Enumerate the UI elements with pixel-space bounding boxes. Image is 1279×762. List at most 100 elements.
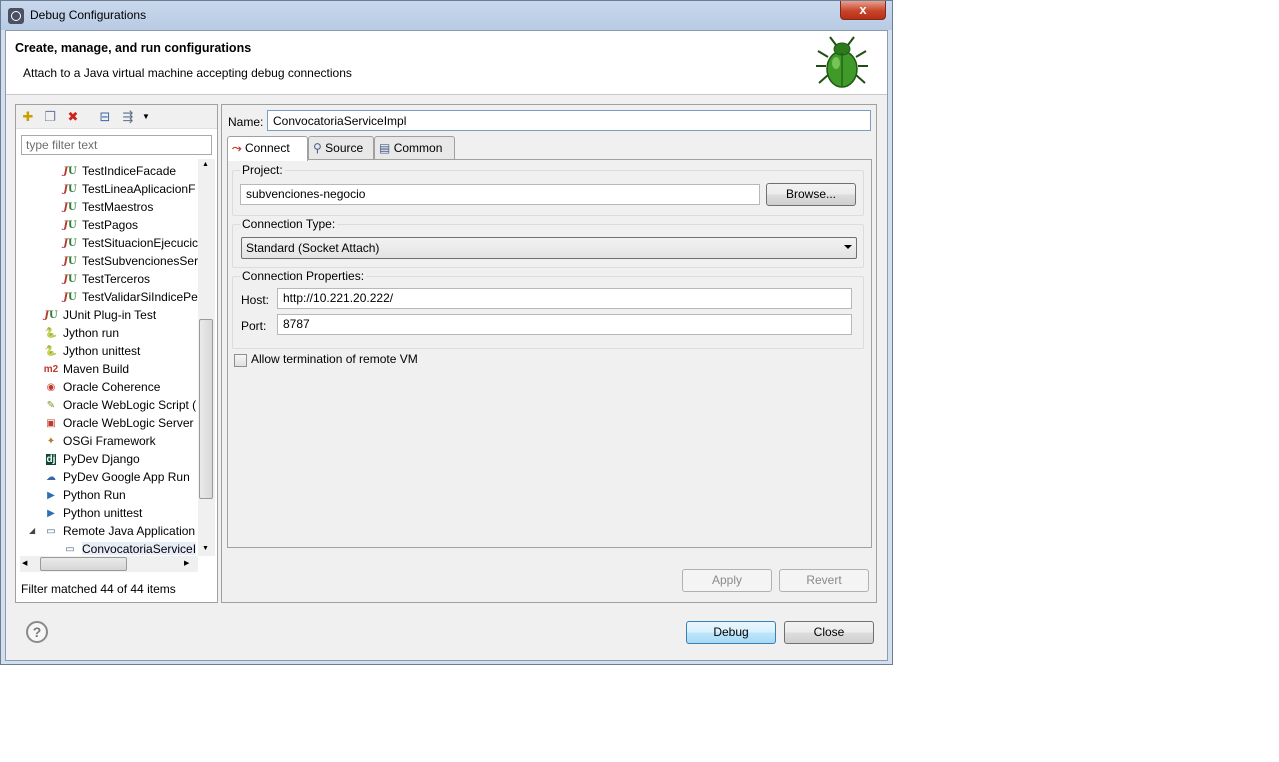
horizontal-scroll-thumb[interactable] [40,557,127,571]
collapse-all-icon[interactable]: ⊟ [97,109,113,125]
tree-item-label: TestLineaAplicacionF [82,182,196,196]
scroll-left-arrow-icon[interactable]: ◀ [22,559,27,567]
tree-item[interactable]: ◢ ▭ Remote Java Application [29,522,195,540]
oracle-coherence-icon: ◉ [46,381,56,393]
new-configuration-icon[interactable]: ✚ [20,109,36,125]
expand-triangle-icon[interactable]: ◢ [29,522,35,540]
close-button[interactable]: Close [784,621,874,644]
name-field[interactable] [267,110,871,131]
filter-input[interactable] [21,135,212,155]
filter-icon[interactable]: ⇶ [120,109,136,125]
tree-item[interactable]: ▶ Python unittest [43,504,142,522]
tree-item[interactable]: ▭ ConvocatoriaServiceI [62,540,197,555]
tree-item[interactable]: m2 Maven Build [43,360,129,378]
tree-item-label: Oracle Coherence [63,380,161,394]
tree-item-label: TestValidarSiIndicePe [82,290,198,304]
tree-item[interactable]: 🐍 Jython run [43,324,119,342]
tree-item[interactable]: JU JUnit Plug-in Test [43,306,156,324]
osgi-icon: ✦ [46,435,56,447]
tab-common-label: Common [393,141,443,155]
close-window-button[interactable]: x [840,1,886,20]
tree-item[interactable]: JU TestLineaAplicacionF [62,180,195,198]
tree-item[interactable]: JU TestSubvencionesSer [62,252,198,270]
tab-source-label: Source [325,141,364,155]
connection-type-label: Connection Type: [240,217,338,231]
allow-termination-checkbox[interactable] [234,354,247,367]
tree-item[interactable]: ✦ OSGi Framework [43,432,156,450]
configuration-list-panel: ✚ ❐ ✖ ⊟ ⇶ ▼ JU TestIndiceFacade JU TestLine… [15,104,218,603]
tree-item[interactable]: dj PyDev Django [43,450,140,468]
tree-item[interactable]: 🐍 Jython unittest [43,342,141,360]
tree-horizontal-scrollbar[interactable]: ◀ ▶ [20,556,198,572]
tree-item[interactable]: JU TestSituacionEjecucic [62,234,198,252]
chevron-down-icon [844,245,852,249]
debug-configurations-window: Debug Configurations x Create, manage, a… [0,0,893,665]
tree-item-label: OSGi Framework [63,434,156,448]
tree-item-label: JUnit Plug-in Test [63,308,157,322]
junit-icon: JU [63,273,77,285]
tree-item[interactable]: ◉ Oracle Coherence [43,378,161,396]
project-field[interactable]: subvenciones-negocio [240,184,760,205]
dropdown-icon[interactable]: ▼ [138,109,154,125]
tree-item-label: Oracle WebLogic Server [63,416,194,430]
configuration-toolbar: ✚ ❐ ✖ ⊟ ⇶ ▼ [16,105,217,129]
tree-item[interactable]: JU TestPagos [62,216,138,234]
tree-item[interactable]: ☁ PyDev Google App Run [43,468,190,486]
port-label: Port: [241,319,267,333]
scroll-right-arrow-icon[interactable]: ▶ [184,559,189,567]
host-field[interactable]: http://10.221.20.222/ [277,288,852,309]
tree-item[interactable]: JU TestMaestros [62,198,153,216]
tree-item-label: TestPagos [82,218,139,232]
scroll-up-arrow-icon[interactable]: ▲ [202,161,209,168]
weblogic-server-icon: ▣ [46,417,56,429]
google-app-icon: ☁ [46,471,56,483]
tab-source[interactable]: ⚲ Source [308,136,374,160]
scroll-down-arrow-icon[interactable]: ▼ [202,545,209,552]
host-label: Host: [241,293,270,307]
apply-button[interactable]: Apply [682,569,772,592]
configuration-editor-panel: Name: ⤳ Connect ⚲ Source ▤ Common [221,104,877,603]
connection-type-value: Standard (Socket Attach) [246,241,380,255]
window-title: Debug Configurations [30,8,147,22]
revert-button[interactable]: Revert [779,569,869,592]
connect-tab-content: Project: subvenciones-negocio Browse... … [227,159,872,548]
common-icon: ▤ [379,141,391,155]
tree-item-label: Oracle WebLogic Script ( [63,398,197,412]
title-bar[interactable]: Debug Configurations x [1,1,892,30]
debug-button[interactable]: Debug [686,621,776,644]
tree-item[interactable]: JU TestValidarSiIndicePe [62,288,198,306]
jython-unittest-icon: 🐍 [44,345,58,357]
junit-icon: JU [63,291,77,303]
delete-icon[interactable]: ✖ [65,109,81,125]
allow-termination-label[interactable]: Allow termination of remote VM [251,352,418,366]
connection-type-select[interactable]: Standard (Socket Attach) [241,237,857,259]
tree-item-label: TestSubvencionesSer [82,254,198,268]
tree-item[interactable]: ✎ Oracle WebLogic Script ( [43,396,196,414]
tree-item[interactable]: ▣ Oracle WebLogic Server [43,414,194,432]
python-icon: ▶ [47,489,55,501]
junit-icon: JU [63,255,77,267]
tab-connect-label: Connect [244,141,290,155]
port-field[interactable]: 8787 [277,314,852,335]
source-icon: ⚲ [313,141,322,155]
tree-item[interactable]: JU TestTerceros [62,270,150,288]
junit-icon: JU [63,219,77,231]
python-unittest-icon: ▶ [47,507,55,519]
tree-item-label: Python Run [63,488,126,502]
duplicate-icon[interactable]: ❐ [42,109,58,125]
junit-plugin-icon: JU [44,309,58,321]
tree-item-label: TestMaestros [82,200,154,214]
dialog-header: Create, manage, and run configurations A… [6,31,887,95]
connect-icon: ⤳ [232,141,242,155]
help-icon[interactable]: ? [26,621,48,643]
browse-button[interactable]: Browse... [766,183,856,206]
tab-connect[interactable]: ⤳ Connect [227,136,308,161]
tree-item[interactable]: JU TestIndiceFacade [62,162,176,180]
jython-icon: 🐍 [44,327,58,339]
tree-vertical-scrollbar[interactable]: ▲ ▼ [198,159,215,556]
vertical-scroll-thumb[interactable] [199,319,213,499]
tree-item[interactable]: ▶ Python Run [43,486,126,504]
tab-common[interactable]: ▤ Common [374,136,455,160]
tree-item-label: ConvocatoriaServiceI [82,542,197,555]
configuration-tree: JU TestIndiceFacade JU TestLineaAplicacionF… [16,159,198,555]
